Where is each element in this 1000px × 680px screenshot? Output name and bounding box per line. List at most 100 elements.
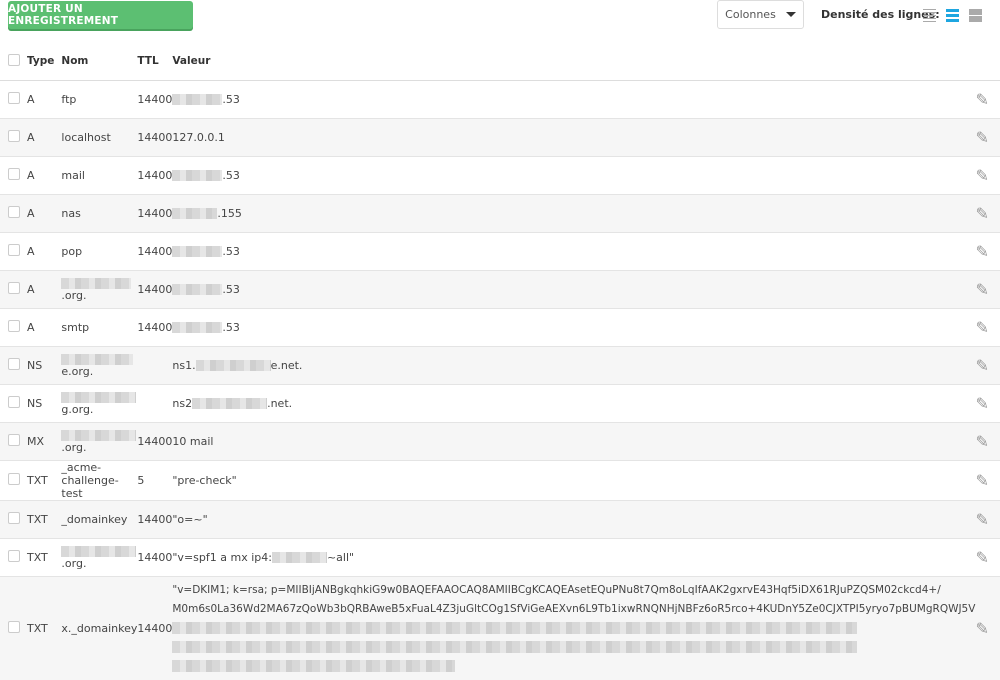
record-name: ftp: [61, 92, 77, 106]
table-row[interactable]: A .org. 14400 .53 ✎: [0, 269, 1000, 308]
record-ttl: 14400: [137, 537, 173, 576]
redacted: [172, 621, 858, 634]
record-ttl: 14400: [137, 421, 173, 460]
select-all-checkbox[interactable]: [8, 53, 20, 66]
redacted: [61, 353, 134, 365]
table-row[interactable]: TXT _acme-challenge-test 5 "pre-check" ✎: [0, 459, 1000, 500]
edit-pencil-icon[interactable]: ✎: [975, 421, 1000, 460]
redacted: [172, 284, 223, 295]
redacted: [61, 277, 132, 289]
record-name: x._domainkey: [61, 621, 138, 635]
redacted: [172, 208, 218, 219]
record-ttl: 14400: [137, 117, 173, 156]
record-type: A: [20, 117, 55, 156]
row-checkbox[interactable]: [8, 549, 20, 562]
record-type: A: [20, 307, 55, 346]
columns-dropdown[interactable]: Colonnes: [717, 0, 804, 29]
header-name[interactable]: Nom: [54, 43, 138, 81]
record-ttl: [137, 345, 173, 384]
record-value: 10 mail: [172, 434, 214, 448]
edit-pencil-icon[interactable]: ✎: [975, 345, 1000, 384]
table-row[interactable]: A nas 14400 .155 ✎: [0, 193, 1000, 232]
record-value-line: M0m6s0La36Wd2MA67zQoWb3bQRBAweB5xFuaL4Z3…: [172, 602, 976, 615]
header-ttl[interactable]: TTL: [137, 43, 173, 81]
redacted: [172, 322, 223, 333]
record-ttl: 5: [137, 459, 173, 500]
record-name: .org.: [61, 441, 87, 454]
redacted: [61, 391, 137, 403]
row-checkbox[interactable]: [8, 243, 20, 256]
record-ttl: 14400: [137, 155, 173, 194]
table-row[interactable]: MX .org. 14400 10 mail ✎: [0, 421, 1000, 460]
row-checkbox[interactable]: [8, 281, 20, 294]
redacted: [195, 360, 271, 371]
density-compact-icon[interactable]: [923, 9, 936, 22]
table-row[interactable]: TXT _domainkey 14400 "o=~" ✎: [0, 499, 1000, 538]
table-row[interactable]: A pop 14400 .53 ✎: [0, 231, 1000, 270]
record-type: TXT: [20, 459, 55, 500]
record-ttl: 14400: [137, 79, 173, 118]
table-row[interactable]: A localhost 14400 127.0.0.1 ✎: [0, 117, 1000, 156]
edit-pencil-icon[interactable]: ✎: [975, 383, 1000, 422]
record-name: .org.: [61, 289, 87, 302]
edit-pencil-icon[interactable]: ✎: [975, 155, 1000, 194]
record-value: .53: [222, 282, 240, 296]
record-name: _acme-challenge-test: [61, 460, 119, 500]
record-ttl: 14400: [137, 269, 173, 308]
edit-pencil-icon[interactable]: ✎: [975, 79, 1000, 118]
record-name: localhost: [61, 130, 111, 144]
record-type: A: [20, 231, 55, 270]
edit-pencil-icon[interactable]: ✎: [975, 269, 1000, 308]
table-row[interactable]: TXT x._domainkey 14400 "v=DKIM1; k=rsa; …: [0, 575, 1000, 680]
redacted: [271, 552, 327, 563]
row-checkbox[interactable]: [8, 91, 20, 104]
table-row[interactable]: TXT .org. 14400 "v=spf1 a mx ip4: ~all" ✎: [0, 537, 1000, 576]
edit-pencil-icon[interactable]: ✎: [975, 231, 1000, 270]
table-row[interactable]: A ftp 14400 .53 ✎: [0, 79, 1000, 118]
row-checkbox[interactable]: [8, 319, 20, 332]
edit-pencil-icon[interactable]: ✎: [975, 575, 1000, 680]
columns-label: Colonnes: [725, 8, 776, 21]
density-label: Densité des lignes:: [821, 8, 940, 21]
record-name: _domainkey: [61, 512, 128, 526]
density-large-icon[interactable]: [969, 9, 982, 22]
record-type: TXT: [20, 499, 55, 538]
table-row[interactable]: A mail 14400 .53 ✎: [0, 155, 1000, 194]
row-checkbox[interactable]: [8, 433, 20, 446]
row-checkbox[interactable]: [8, 472, 20, 485]
edit-pencil-icon[interactable]: ✎: [975, 193, 1000, 232]
table-row[interactable]: NS g.org. ns2 .net. ✎: [0, 383, 1000, 422]
edit-pencil-icon[interactable]: ✎: [975, 499, 1000, 538]
row-checkbox[interactable]: [8, 167, 20, 180]
record-value: .net.: [267, 396, 293, 410]
redacted: [172, 640, 858, 653]
header-type[interactable]: Type: [20, 43, 55, 81]
row-checkbox[interactable]: [8, 511, 20, 524]
record-value: "pre-check": [172, 473, 237, 487]
redacted: [192, 398, 268, 409]
header-value[interactable]: Valeur: [172, 43, 976, 81]
record-name: .org.: [61, 557, 87, 570]
row-checkbox[interactable]: [8, 620, 20, 633]
edit-pencil-icon[interactable]: ✎: [975, 307, 1000, 346]
record-name: pop: [61, 244, 83, 258]
redacted: [172, 246, 223, 257]
row-checkbox[interactable]: [8, 395, 20, 408]
record-value-prefix: ns1.: [172, 358, 196, 372]
row-checkbox[interactable]: [8, 357, 20, 370]
record-ttl: 14400: [137, 307, 173, 346]
table-row[interactable]: A smtp 14400 .53 ✎: [0, 307, 1000, 346]
table-row[interactable]: NS e.org. ns1. e.net. ✎: [0, 345, 1000, 384]
row-checkbox[interactable]: [8, 129, 20, 142]
edit-pencil-icon[interactable]: ✎: [975, 537, 1000, 576]
record-type: A: [20, 193, 55, 232]
edit-pencil-icon[interactable]: ✎: [975, 117, 1000, 156]
record-value-prefix: ns2: [172, 396, 193, 410]
redacted: [61, 429, 137, 441]
record-value: "o=~": [172, 512, 208, 526]
add-record-button[interactable]: AJOUTER UN ENREGISTREMENT: [8, 1, 193, 29]
density-medium-icon[interactable]: [946, 9, 959, 22]
row-checkbox[interactable]: [8, 205, 20, 218]
record-value: ~all": [326, 550, 355, 564]
edit-pencil-icon[interactable]: ✎: [975, 459, 1000, 500]
